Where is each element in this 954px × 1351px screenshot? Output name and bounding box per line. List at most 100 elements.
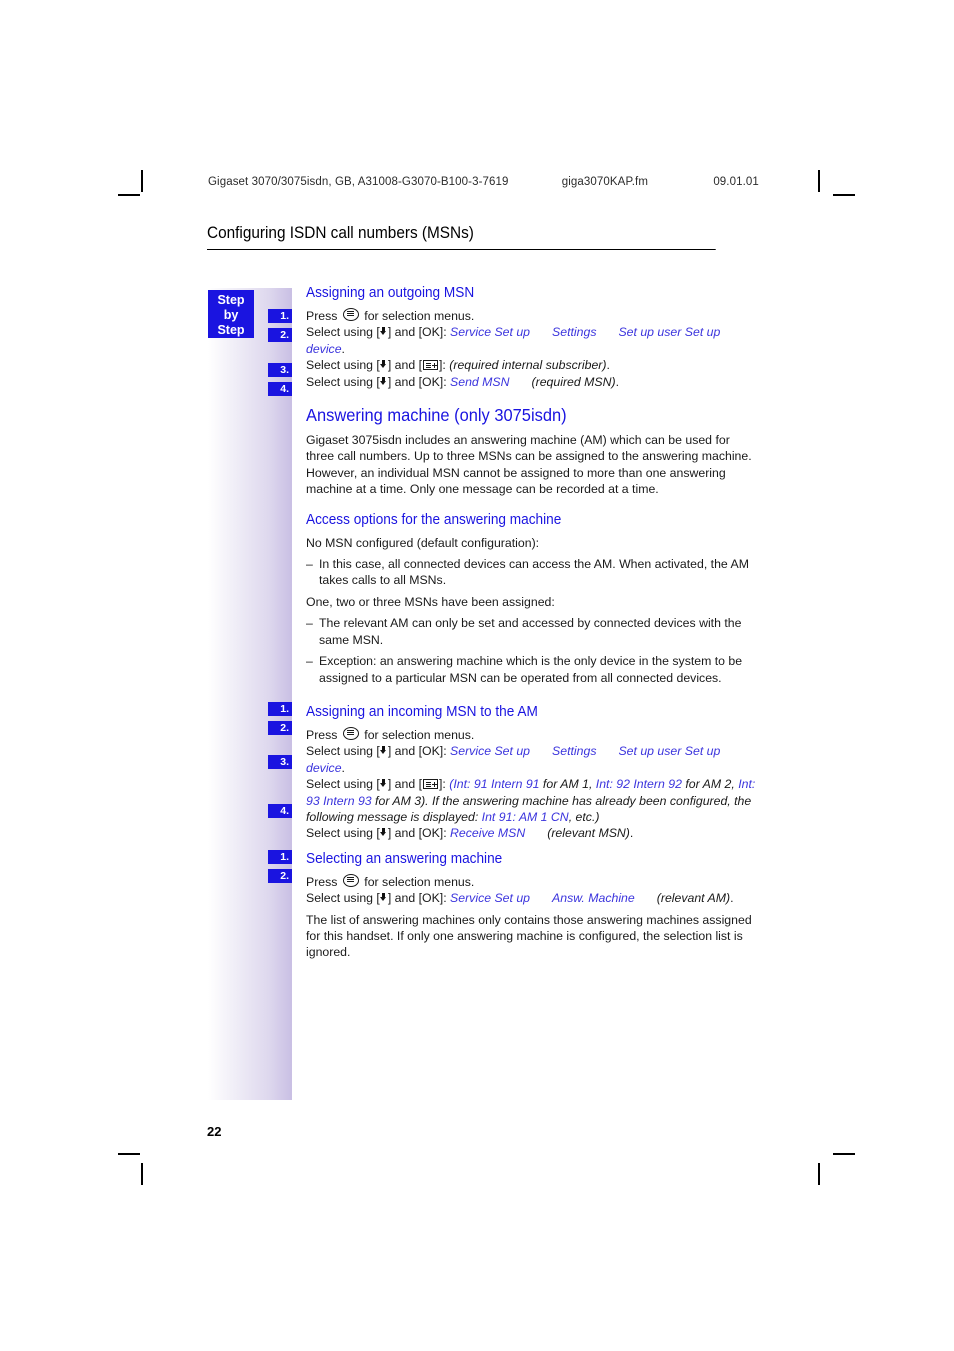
step-badge: 3. xyxy=(268,755,292,769)
step-badge: 2. xyxy=(268,721,292,735)
step-3-text: Select using [] and []: (required intern… xyxy=(306,357,756,373)
access-options-list-item: – The relevant AM can only be set and ac… xyxy=(306,615,756,648)
incoming-step-4-text: Select using [ ] and [OK]: Receive MSN (re… xyxy=(306,825,756,841)
step-2-text: Select using [] and [OK]: Service Set up… xyxy=(306,324,756,357)
step-badge: 1. xyxy=(268,309,292,323)
selecting-step-1-text-before: Press xyxy=(306,874,338,889)
am1-menu-entry: (Int: 91 Intern 91 xyxy=(449,777,540,792)
dash-marker: – xyxy=(306,654,313,669)
step-by-step-rail xyxy=(208,288,292,1100)
menu-path-item: Settings xyxy=(552,325,597,340)
access-options-list-item: – Exception: an answering machine which … xyxy=(306,653,756,686)
content-column: Assigning an outgoing MSN Press for sele… xyxy=(306,284,756,961)
selecting-step-2-mid: ] and [OK]: xyxy=(387,891,447,906)
menu-path-item: Receive MSN xyxy=(450,826,526,841)
menu-key-icon xyxy=(342,873,359,887)
step-3-trailing: . xyxy=(606,358,610,373)
document-reference: Gigaset 3070/3075isdn, GB, A31008-G3070-… xyxy=(208,176,509,188)
step-badge: 1. xyxy=(268,702,292,716)
step-badge: 3. xyxy=(268,363,292,377)
crop-mark-bottom-left-horizontal xyxy=(118,1153,140,1155)
step-4-lead: Select using [ xyxy=(306,374,380,389)
access-options-intro-2: One, two or three MSNs have been assigne… xyxy=(306,594,555,609)
section-heading-selecting-answering-machine: Selecting an answering machine xyxy=(306,850,503,867)
step-4-text: Select using [] and [OK]: Send MSN (requi… xyxy=(306,374,756,390)
crop-mark-bottom-left-vertical xyxy=(141,1163,143,1185)
step-badge: 1. xyxy=(268,850,292,864)
incoming-step-4-mid: ] and [OK]: xyxy=(387,826,447,841)
selecting-step-2-lead: Select using [ xyxy=(306,891,380,906)
step-3-note: (required internal subscriber) xyxy=(449,358,607,373)
section-heading-access-options: Access options for the answering machine xyxy=(306,511,562,528)
section-heading-answering-machine: Answering machine (only 3075isdn) xyxy=(306,405,567,426)
chapter-title: Configuring ISDN call numbers (MSNs) xyxy=(207,224,716,250)
section-heading-assigning-incoming-msn: Assigning an incoming MSN to the AM xyxy=(306,703,538,720)
incoming-step-3-text: Select using [ ] and []: (Int: 91 Intern … xyxy=(306,776,756,825)
crop-mark-bottom-right-vertical xyxy=(818,1163,820,1185)
step-2-mid: ] and [OK]: xyxy=(387,325,447,340)
step-badge: 4. xyxy=(268,804,292,818)
selecting-step-1-text: Press for selection menus. xyxy=(306,873,756,890)
step-by-step-line-1: Step xyxy=(217,293,245,307)
step-by-step-line-3: Step xyxy=(217,323,245,337)
display-key-icon xyxy=(423,360,439,371)
incoming-step-3-mid2: ]: xyxy=(439,777,446,792)
menu-path-item: Service Set up xyxy=(450,744,531,759)
down-arrow-key-icon xyxy=(380,827,388,838)
menu-path-item: Set up user xyxy=(618,325,682,340)
selecting-answering-machine-body: The list of answering machines only cont… xyxy=(306,912,752,960)
incoming-step-4-lead: Select using [ xyxy=(306,826,380,841)
down-arrow-key-icon xyxy=(380,778,388,789)
incoming-step-3-mid: ] and [ xyxy=(387,777,423,792)
down-arrow-key-icon xyxy=(380,326,388,337)
incoming-step-1-text-after: for selection menus. xyxy=(364,727,475,742)
down-arrow-key-icon xyxy=(380,745,388,756)
am2-menu-entry: Int: 92 Intern 92 xyxy=(595,777,682,792)
incoming-step-1-text-before: Press xyxy=(306,727,338,742)
incoming-step-2-trailing: . xyxy=(341,760,345,775)
menu-path-item: Service Set up xyxy=(450,891,531,906)
incoming-step-4-note: (relevant MSN) xyxy=(547,826,630,841)
crop-mark-top-left-horizontal xyxy=(118,194,140,196)
crop-mark-top-left-vertical xyxy=(141,170,143,192)
step-by-step-line-2: by xyxy=(223,308,239,322)
step-2-trailing: . xyxy=(341,341,345,356)
am-configured-suffix: , etc.) xyxy=(568,809,600,824)
step-4-note: (required MSN) xyxy=(531,374,616,389)
menu-key-icon xyxy=(342,726,359,740)
display-key-icon xyxy=(423,779,439,790)
step-4-trailing: . xyxy=(615,374,619,389)
incoming-step-4-trailing: . xyxy=(629,826,634,841)
menu-path-item: Answ. Machine xyxy=(552,891,635,906)
answering-machine-body: Gigaset 3075isdn includes an answering m… xyxy=(306,433,752,497)
access-options-list-item-text: Exception: an answering machine which is… xyxy=(319,654,743,685)
incoming-step-2-mid: ] and [OK]: xyxy=(387,744,447,759)
am1-suffix: for AM 1, xyxy=(539,777,596,792)
step-4-mid: ] and [OK]: xyxy=(387,374,447,389)
step-1-text: Press for selection menus. xyxy=(306,308,756,324)
access-options-list-item: – In this case, all connected devices ca… xyxy=(306,556,756,589)
source-file-name: giga3070KAP.fm xyxy=(561,176,649,188)
step-badge: 2. xyxy=(268,328,292,342)
crop-mark-bottom-right-horizontal xyxy=(833,1153,855,1155)
incoming-step-3-lead: Select using [ xyxy=(306,777,380,792)
step-badge: 2. xyxy=(268,869,292,883)
incoming-step-2-text: Select using [] and [OK]: Service Set up… xyxy=(306,743,756,776)
step-1-text-after: for selection menus. xyxy=(364,309,475,323)
dash-marker: – xyxy=(306,616,313,631)
step-2-lead: Select using [ xyxy=(306,325,380,340)
crop-mark-top-right-vertical xyxy=(818,170,820,192)
down-arrow-key-icon xyxy=(380,376,388,387)
menu-key-icon xyxy=(342,308,359,321)
access-options-intro-1: No MSN configured (default configuration… xyxy=(306,535,540,550)
step-3-lead: Select using [ xyxy=(306,358,380,373)
revision-date: 09.01.01 xyxy=(713,176,759,188)
incoming-step-1-text: Press for selection menus. xyxy=(306,726,756,743)
selecting-step-2-text: Select using [ ] and [OK]: Service Set up… xyxy=(306,890,756,906)
section-heading-assigning-outgoing-msn: Assigning an outgoing MSN xyxy=(306,285,475,301)
step-1-text-before: Press xyxy=(306,309,338,323)
selecting-step-2-note: (relevant AM) xyxy=(656,891,731,906)
down-arrow-key-icon xyxy=(380,359,388,370)
am-configured-message: Int 91: AM 1 CN xyxy=(481,809,569,824)
down-arrow-key-icon xyxy=(380,892,388,903)
